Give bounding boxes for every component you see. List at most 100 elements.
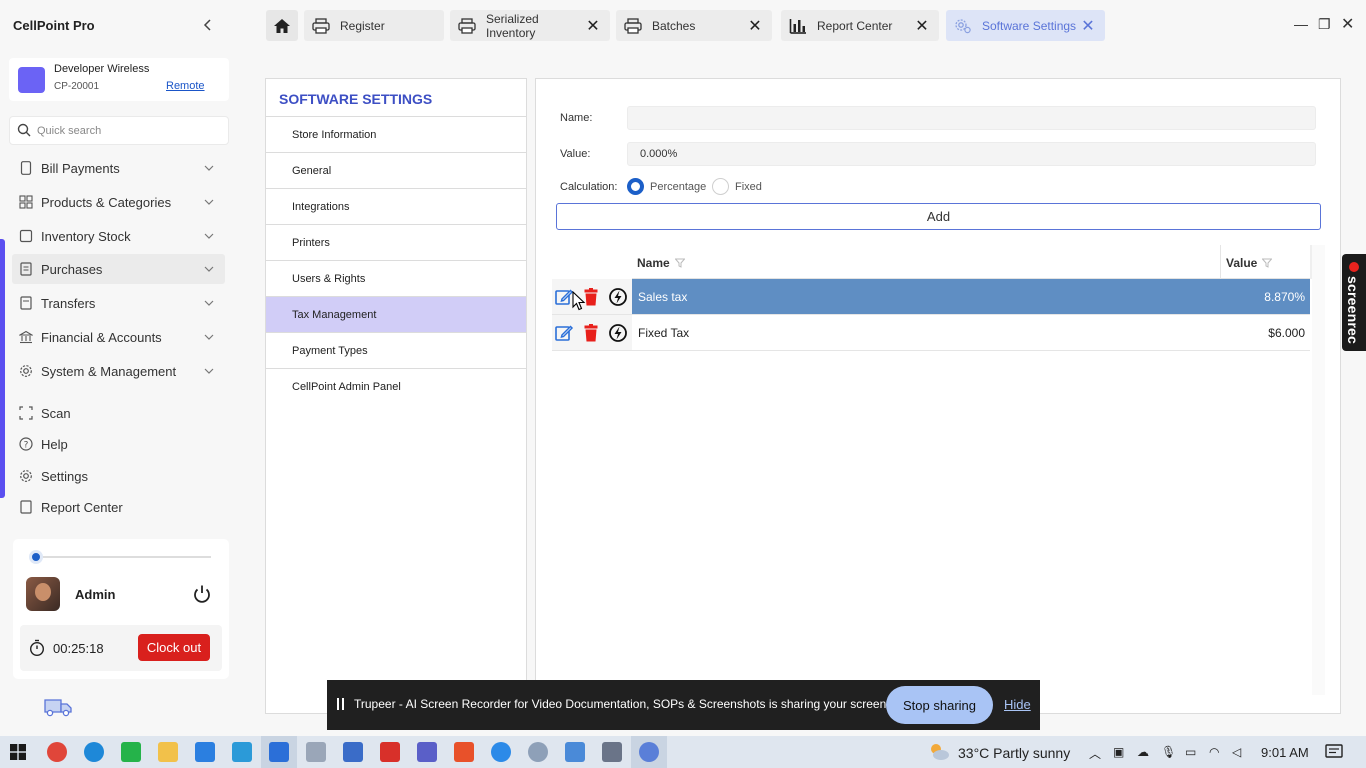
app-icon[interactable]	[306, 742, 326, 762]
sidebar-item-system-management[interactable]: System & Management	[12, 356, 225, 386]
sidebar-item-label: Transfers	[41, 295, 96, 311]
help-icon: ?	[19, 437, 33, 451]
tab-serialized-inventory[interactable]: Serialized Inventory ✕	[450, 10, 610, 41]
stop-sharing-button[interactable]: Stop sharing	[886, 686, 993, 724]
minimize-icon[interactable]: —	[1294, 16, 1308, 32]
tab-report-center[interactable]: Report Center ✕	[781, 10, 939, 41]
cellpoint-app-icon[interactable]	[269, 742, 289, 762]
tab-label: Serialized Inventory	[486, 11, 539, 40]
filter-icon[interactable]	[1262, 258, 1273, 268]
sidebar-item-bill-payments[interactable]: Bill Payments	[12, 153, 225, 183]
vertical-scrollbar[interactable]	[1312, 245, 1325, 695]
close-icon[interactable]: ✕	[586, 16, 600, 36]
column-header-value[interactable]: Value	[1226, 256, 1273, 270]
edge-icon[interactable]	[84, 742, 104, 762]
quick-search[interactable]	[9, 116, 229, 145]
value-input[interactable]	[627, 142, 1316, 166]
tax-name-cell: Fixed Tax	[638, 326, 690, 340]
settings-item-payment-types[interactable]: Payment Types	[266, 332, 526, 368]
weather-text[interactable]: 33°C Partly sunny	[958, 745, 1070, 761]
pause-icon[interactable]	[337, 698, 344, 710]
app-icon[interactable]	[528, 742, 548, 762]
sidebar-item-financial-accounts[interactable]: Financial & Accounts	[12, 322, 225, 352]
hide-link[interactable]: Hide	[1004, 697, 1031, 712]
tab-register[interactable]: Register	[304, 10, 444, 41]
lightning-icon[interactable]	[608, 287, 628, 307]
notification-icon[interactable]	[1325, 744, 1343, 760]
close-icon[interactable]: ✕	[748, 16, 762, 36]
sidebar-item-inventory-stock[interactable]: Inventory Stock	[12, 221, 225, 251]
app-icon[interactable]	[491, 742, 511, 762]
restore-icon[interactable]: ❐	[1318, 16, 1331, 33]
close-window-icon[interactable]: ✕	[1341, 14, 1354, 34]
sidebar-item-help[interactable]: ? Help	[12, 429, 225, 459]
app-icon[interactable]	[343, 742, 363, 762]
delivery-truck-icon[interactable]	[43, 696, 73, 721]
table-row[interactable]: Fixed Tax $6.000	[552, 315, 1310, 351]
screenrec-badge[interactable]: screenrec	[1342, 254, 1366, 351]
tax-management-panel: Name: Value: Calculation: Percentage Fix…	[535, 78, 1341, 714]
search-input[interactable]	[37, 122, 222, 140]
settings-item-tax-management[interactable]: Tax Management	[266, 296, 526, 332]
sidebar-item-scan[interactable]: Scan	[12, 398, 225, 428]
edit-icon[interactable]	[554, 323, 574, 343]
cloud-icon[interactable]: ☁	[1137, 745, 1149, 759]
sidebar-item-report-center[interactable]: Report Center	[12, 492, 225, 522]
sidebar-item-products-categories[interactable]: Products & Categories	[12, 187, 225, 217]
app-icon[interactable]	[565, 742, 585, 762]
app-icon[interactable]	[639, 742, 659, 762]
settings-item-printers[interactable]: Printers	[266, 224, 526, 260]
store-app-icon[interactable]	[195, 742, 215, 762]
settings-item-cellpoint-admin-panel[interactable]: CellPoint Admin Panel	[266, 368, 526, 404]
percentage-radio-label[interactable]: Percentage	[650, 181, 706, 193]
collapse-sidebar-button[interactable]	[200, 16, 216, 34]
microphone-icon[interactable]: 🎙	[1161, 745, 1176, 759]
filter-icon[interactable]	[674, 258, 685, 268]
table-row[interactable]: Sales tax 8.870%	[552, 279, 1310, 315]
remote-link[interactable]: Remote	[166, 80, 205, 92]
app-icon[interactable]	[232, 742, 252, 762]
close-icon[interactable]: ✕	[1081, 16, 1095, 36]
power-button[interactable]	[191, 583, 213, 605]
whatsapp-icon[interactable]	[121, 742, 141, 762]
fixed-radio-label[interactable]: Fixed	[735, 181, 762, 193]
sidebar-item-transfers[interactable]: Transfers	[12, 288, 225, 318]
volume-icon[interactable]: ◁	[1232, 745, 1241, 759]
delete-icon[interactable]	[581, 323, 601, 343]
percentage-radio[interactable]	[627, 178, 644, 195]
teams-icon[interactable]	[417, 742, 437, 762]
name-input[interactable]	[627, 106, 1316, 130]
column-header-name[interactable]: Name	[637, 256, 685, 270]
file-explorer-icon[interactable]	[158, 742, 178, 762]
settings-item-integrations[interactable]: Integrations	[266, 188, 526, 224]
chrome-icon[interactable]	[47, 742, 67, 762]
battery-icon[interactable]: ▭	[1185, 745, 1196, 759]
settings-item-users-rights[interactable]: Users & Rights	[266, 260, 526, 296]
printer-icon	[624, 17, 642, 34]
edit-icon[interactable]	[554, 287, 574, 307]
settings-title: SOFTWARE SETTINGS	[279, 91, 433, 107]
fixed-radio[interactable]	[712, 178, 729, 195]
settings-item-store-information[interactable]: Store Information	[266, 116, 526, 152]
clock-out-button[interactable]: Clock out	[138, 634, 210, 661]
chevron-up-icon[interactable]: ︿	[1089, 745, 1101, 762]
camera-icon[interactable]: ▣	[1113, 745, 1124, 759]
sidebar-item-label: Help	[41, 436, 68, 452]
lightning-icon[interactable]	[608, 323, 628, 343]
brave-icon[interactable]	[454, 742, 474, 762]
wifi-icon[interactable]: ◠	[1209, 745, 1219, 759]
settings-item-general[interactable]: General	[266, 152, 526, 188]
close-icon[interactable]: ✕	[915, 16, 929, 36]
windows-start-icon[interactable]	[10, 744, 26, 760]
sidebar-item-settings[interactable]: Settings	[12, 461, 225, 491]
slider-knob[interactable]	[29, 550, 43, 564]
column-separator	[1220, 245, 1221, 279]
taskbar-clock[interactable]: 9:01 AM	[1261, 745, 1309, 760]
calculator-icon[interactable]	[602, 742, 622, 762]
tab-batches[interactable]: Batches ✕	[616, 10, 772, 41]
sidebar-item-purchases[interactable]: Purchases	[12, 254, 225, 284]
tab-software-settings[interactable]: Software Settings ✕	[946, 10, 1105, 41]
app-icon[interactable]	[380, 742, 400, 762]
home-tab[interactable]	[266, 10, 298, 41]
add-button[interactable]: Add	[556, 203, 1321, 230]
